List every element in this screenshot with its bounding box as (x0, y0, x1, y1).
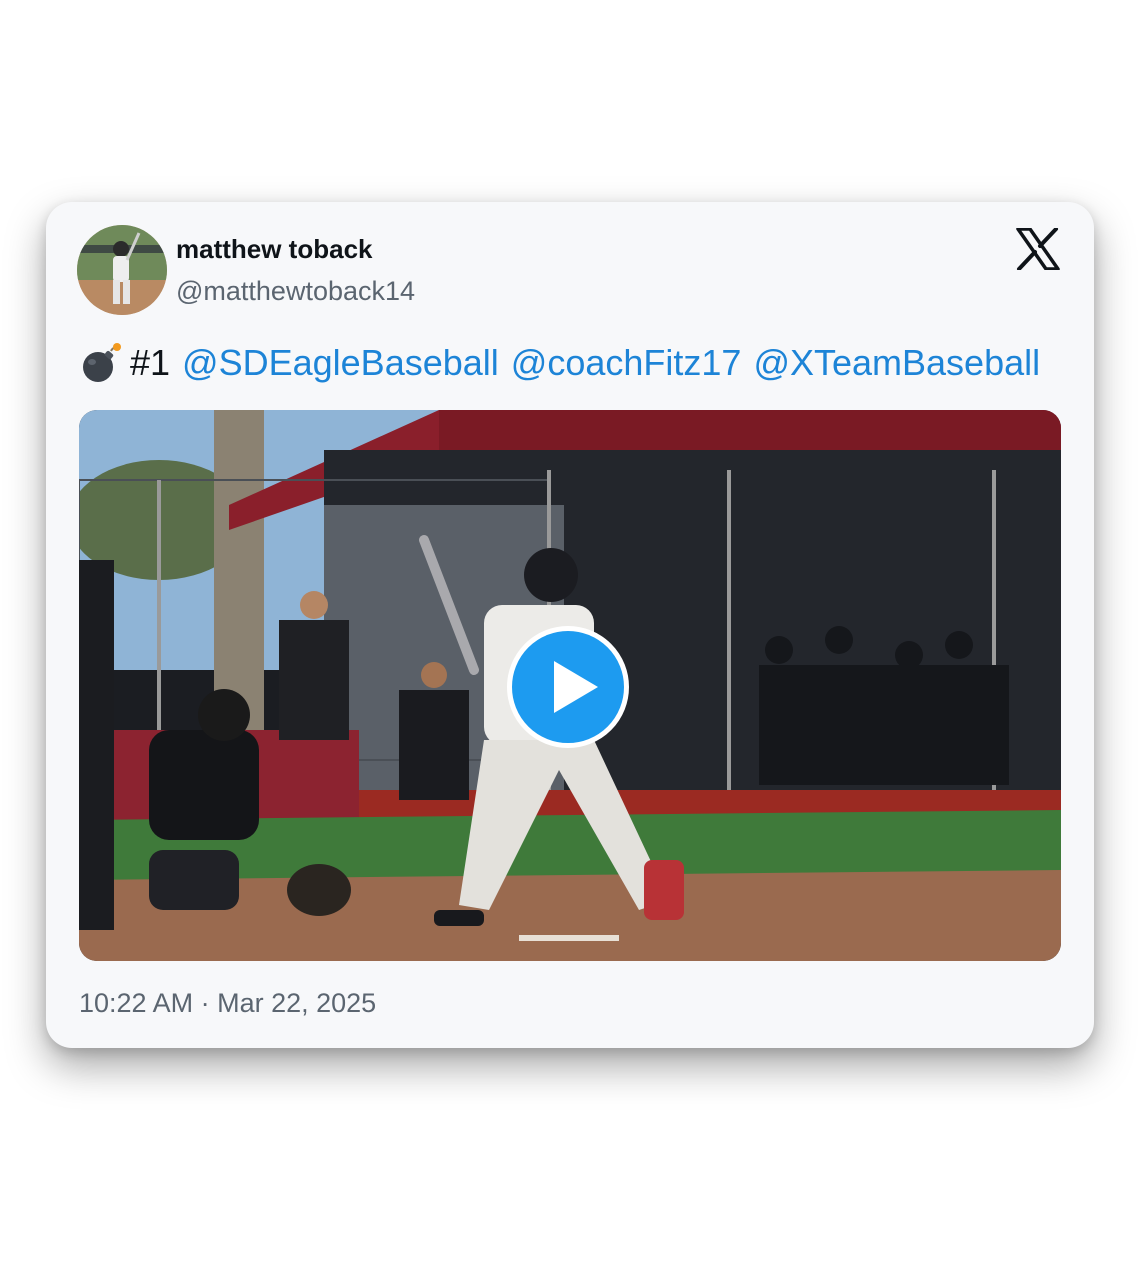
play-button[interactable] (507, 626, 629, 748)
mention-link[interactable]: @XTeamBaseball (753, 342, 1040, 384)
x-logo-icon[interactable] (1016, 228, 1060, 270)
display-name[interactable]: matthew toback (176, 234, 373, 265)
video-player[interactable] (79, 410, 1061, 961)
avatar-photo (77, 225, 167, 315)
tweet-timestamp[interactable]: 10:22 AM · Mar 22, 2025 (79, 988, 376, 1019)
bomb-icon (83, 343, 121, 382)
mention-link[interactable]: @coachFitz17 (511, 342, 742, 384)
user-handle[interactable]: @matthewtoback14 (176, 276, 415, 307)
tweet-card: matthew toback @matthewtoback14 #1 @SDEa… (46, 202, 1094, 1048)
play-icon (554, 661, 598, 713)
avatar[interactable] (77, 225, 167, 315)
hashtag-rank-text: #1 (130, 342, 171, 383)
mention-link[interactable]: @SDEagleBaseball (182, 342, 499, 384)
tweet-text: #1 @SDEagleBaseball @coachFitz17 @XTeamB… (80, 342, 1040, 384)
